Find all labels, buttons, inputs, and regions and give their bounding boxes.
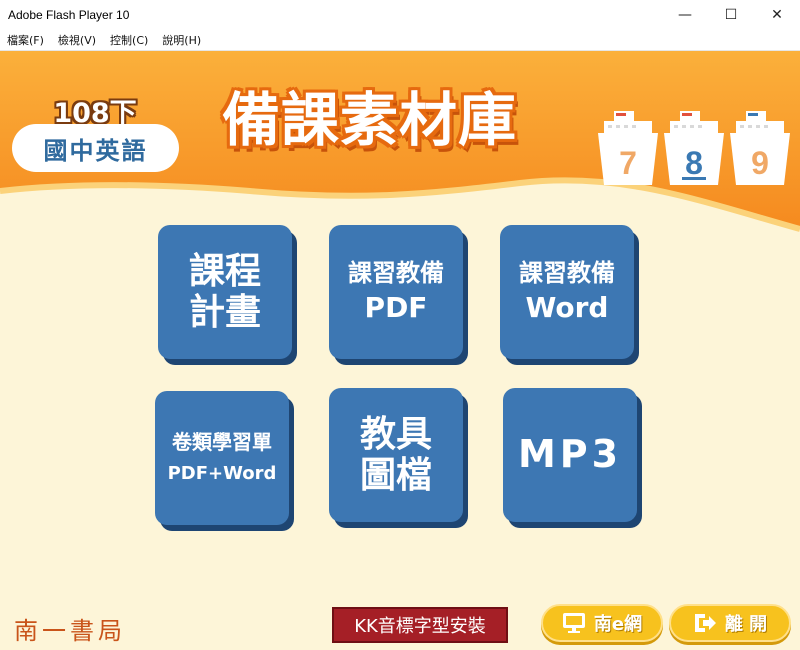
menu-file[interactable]: 檔案(F) xyxy=(7,32,44,48)
kk-font-install-button[interactable]: KK音標字型安裝 xyxy=(332,607,508,643)
subject-badge: 國中英語 xyxy=(12,124,179,172)
nanyi-net-label: 南e網 xyxy=(593,614,643,635)
grade-8-number: 8 xyxy=(685,145,703,181)
tile-line: 計畫 xyxy=(188,292,261,333)
nanyi-net-button[interactable]: 南e網 xyxy=(541,604,663,642)
tile-line: PDF xyxy=(364,290,428,324)
lesson-prep-pdf-button[interactable]: 課習教備 PDF xyxy=(329,225,463,359)
window-titlebar: Adobe Flash Player 10 — ☐ ✕ xyxy=(0,0,800,30)
grade-7-badge[interactable]: 7 xyxy=(596,109,660,187)
monitor-icon xyxy=(562,613,585,633)
app-canvas: 108下 國中英語 備課素材庫 7 8 9 課程 計畫 課習教備 PDF 課習教… xyxy=(0,51,800,650)
exit-label: 離 開 xyxy=(724,614,768,635)
grade-9-badge[interactable]: 9 xyxy=(728,109,792,187)
grade-7-number: 7 xyxy=(619,145,637,181)
lesson-prep-word-button[interactable]: 課習教備 Word xyxy=(500,225,634,359)
publisher-logo: 南一書局 xyxy=(14,617,126,645)
close-button[interactable]: ✕ xyxy=(754,0,800,30)
tile-line: 課習教備 xyxy=(348,259,444,288)
teaching-aids-button[interactable]: 教具 圖檔 xyxy=(329,388,463,522)
menu-control[interactable]: 控制(C) xyxy=(110,32,148,48)
menu-help[interactable]: 說明(H) xyxy=(162,32,201,48)
course-plan-button[interactable]: 課程 計畫 xyxy=(158,225,292,359)
tile-line: 課習教備 xyxy=(519,259,615,288)
menu-view[interactable]: 檢視(V) xyxy=(58,32,96,48)
tile-line: Word xyxy=(525,290,609,324)
tile-line: 圖檔 xyxy=(359,455,432,496)
minimize-button[interactable]: — xyxy=(662,0,708,30)
tile-line: MP3 xyxy=(517,432,623,477)
maximize-button[interactable]: ☐ xyxy=(708,0,754,30)
menu-bar: 檔案(F) 檢視(V) 控制(C) 說明(H) xyxy=(0,30,800,51)
window-title: Adobe Flash Player 10 xyxy=(8,8,130,22)
exit-arrow-icon xyxy=(694,614,716,632)
grade-8-badge[interactable]: 8 xyxy=(662,109,726,187)
tile-line: 卷類學習單 xyxy=(172,430,272,455)
grade-9-number: 9 xyxy=(751,145,769,181)
tile-line: 課程 xyxy=(188,250,261,292)
app-title: 備課素材庫 xyxy=(222,86,518,154)
mp3-button[interactable]: MP3 xyxy=(503,388,637,522)
exit-button[interactable]: 離 開 xyxy=(669,604,791,642)
tile-line: 教具 xyxy=(359,413,432,455)
worksheet-button[interactable]: 卷類學習單 PDF+Word xyxy=(155,391,289,525)
tile-line: PDF+Word xyxy=(167,463,277,485)
